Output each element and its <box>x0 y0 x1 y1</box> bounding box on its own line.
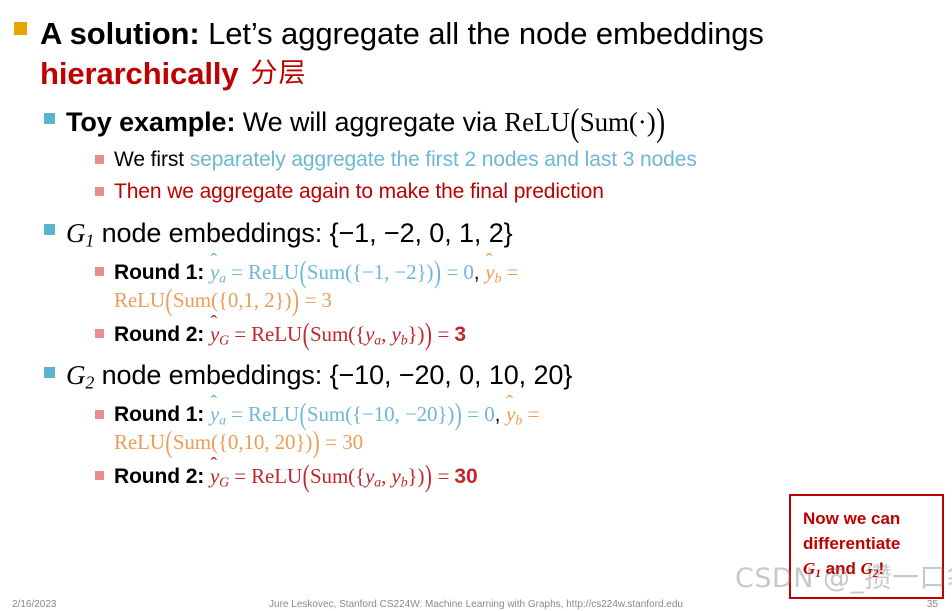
square-bullet-icon <box>95 409 104 419</box>
we-first-blue: separately aggregate the first 2 nodes a… <box>189 147 697 171</box>
footer-date: 2/16/2023 <box>12 599 57 610</box>
g1-embeddings-text: G1 node embeddings: {−1, −2, 0, 1, 2} <box>66 216 952 252</box>
g2-symbol: G <box>66 360 86 391</box>
callout-box: Now we can differentiate G1 and G2! <box>789 494 944 599</box>
bullet-toy-example: Toy example: We will aggregate via ReLU(… <box>44 99 952 144</box>
bullet-g2-round2: Round 2: yG = ReLU(Sum({ya, yb})) = 30 <box>95 453 952 494</box>
g2-round1-colon: : <box>197 403 210 427</box>
g2-embeddings-body: node embeddings: {−10, −20, 0, 10, 20} <box>94 360 573 391</box>
g1-round1-blue-expr: ya = ReLU(Sum({−1, −2})) = 0 <box>210 249 474 289</box>
g2-round2-result: 30 <box>454 465 478 489</box>
relu-sum-formula: ReLU(Sum(·)) <box>504 99 666 144</box>
footer-citation: Jure Leskovec, Stanford CS224W: Machine … <box>269 599 683 610</box>
bullet-g1-round1: Round 1: ya = ReLU(Sum({−1, −2})) = 0, y… <box>95 249 952 317</box>
square-bullet-icon <box>95 471 104 481</box>
callout-line-2: differentiate <box>803 534 901 554</box>
g2-round1-label: Round 1 <box>114 403 198 427</box>
g2-round1-orange-head: yb = <box>506 391 539 428</box>
footer-page-number: 35 <box>926 599 938 610</box>
bullet-g1-embeddings: G1 node embeddings: {−1, −2, 0, 1, 2} <box>44 216 952 252</box>
handwritten-annotation-fenceng: 分层 <box>250 58 307 90</box>
bullet-g1-round2: Round 2: yG = ReLU(Sum({ya, yb})) = 3 <box>95 311 952 351</box>
g1-symbol: G <box>66 217 86 248</box>
g1-round2-colon: : <box>197 322 210 346</box>
then-we-aggregate-text: Then we aggregate again to make the fina… <box>114 179 604 203</box>
toy-example-label: Toy example: <box>66 106 236 137</box>
g1-embeddings-body: node embeddings: {−1, −2, 0, 1, 2} <box>94 217 513 248</box>
a-solution-text: A solution: Let’s aggregate all the node… <box>40 14 952 95</box>
slide-body: A solution: Let’s aggregate all the node… <box>0 14 952 494</box>
square-bullet-icon <box>95 328 104 338</box>
a-solution-emphasis: hierarchically <box>40 56 239 92</box>
callout-line-1: Now we can <box>803 509 901 528</box>
g2-round1-comma: , <box>494 403 507 427</box>
we-first-text: We first separately aggregate the first … <box>114 147 952 173</box>
square-bullet-icon <box>44 112 55 124</box>
g1-subscript: 1 <box>85 230 95 251</box>
callout-and: and <box>820 559 861 579</box>
callout-exclamation: ! <box>878 559 885 579</box>
bullet-g2-round1: Round 1: ya = ReLU(Sum({−10, −20})) = 0,… <box>95 391 952 460</box>
callout-g2-symbol: G <box>860 559 873 579</box>
g2-round1-blue-expr: ya = ReLU(Sum({−10, −20})) = 0 <box>210 391 495 431</box>
square-bullet-icon <box>14 22 27 36</box>
g2-subscript: 2 <box>85 372 95 393</box>
we-first-black: We first <box>114 147 190 171</box>
slide-footer: 2/16/2023 Jure Leskovec, Stanford CS224W… <box>0 591 952 611</box>
g2-round1-orange-tail: ReLU(Sum({0,10, 20})) = 30 <box>114 424 363 460</box>
bullet-g2-embeddings: G2 node embeddings: {−10, −20, 0, 10, 20… <box>44 358 952 394</box>
g1-round2-text: Round 2: yG = ReLU(Sum({ya, yb})) = 3 <box>114 311 952 351</box>
g2-round2-label: Round 2 <box>114 465 198 489</box>
bullet-then-we-aggregate: Then we aggregate again to make the fina… <box>95 179 952 205</box>
a-solution-label: A solution: <box>40 16 200 51</box>
g2-round2-text: Round 2: yG = ReLU(Sum({ya, yb})) = 30 <box>114 453 952 493</box>
bullet-we-first: We first separately aggregate the first … <box>95 147 952 173</box>
square-bullet-icon <box>95 267 104 277</box>
g1-round1-text: Round 1: ya = ReLU(Sum({−1, −2})) = 0, y… <box>114 249 952 317</box>
callout-g1-symbol: G <box>803 559 816 579</box>
square-bullet-icon <box>44 366 55 378</box>
g1-round2-label: Round 2 <box>114 322 198 346</box>
callout-line-3: G1 and G2! <box>803 556 934 583</box>
g1-round1-orange-tail: ReLU(Sum({0,1, 2})) = 3 <box>114 282 332 317</box>
square-bullet-icon <box>95 154 104 164</box>
g2-round2-colon: : <box>197 465 210 489</box>
a-solution-body: Let’s aggregate all the node embeddings <box>199 16 764 51</box>
g1-round2-red-expr: yG = ReLU(Sum({ya, yb})) = <box>210 311 454 351</box>
g1-round1-orange-head: yb = <box>485 249 518 286</box>
g2-round1-text: Round 1: ya = ReLU(Sum({−10, −20})) = 0,… <box>114 391 952 460</box>
g1-round1-colon: : <box>197 260 210 284</box>
g1-round1-comma: , <box>473 260 486 284</box>
bullet-a-solution: A solution: Let’s aggregate all the node… <box>14 14 952 95</box>
g2-embeddings-text: G2 node embeddings: {−10, −20, 0, 10, 20… <box>66 358 952 394</box>
toy-example-text: Toy example: We will aggregate via ReLU(… <box>66 99 952 144</box>
g2-round2-red-expr: yG = ReLU(Sum({ya, yb})) = <box>210 453 454 493</box>
square-bullet-icon <box>44 223 55 235</box>
square-bullet-icon <box>95 186 104 196</box>
g1-round2-result: 3 <box>454 322 466 346</box>
toy-example-body: We will aggregate via <box>235 106 505 137</box>
g1-round1-label: Round 1 <box>114 260 198 284</box>
